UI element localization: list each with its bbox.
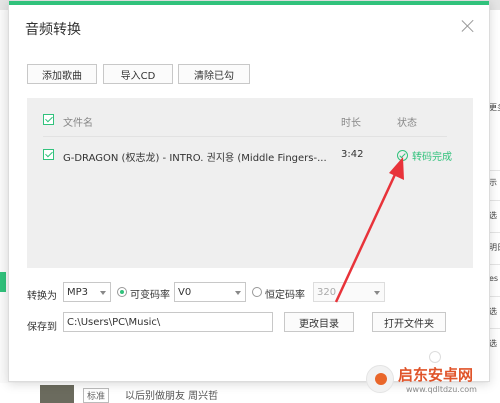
watermark-title: 启东安卓网 bbox=[398, 366, 474, 384]
bg-fragment: 明日 bbox=[489, 243, 500, 252]
dialog-title: 音频转换 bbox=[25, 22, 81, 38]
chevron-down-icon bbox=[235, 291, 241, 295]
save-path-field[interactable]: C:\Users\PC\Music\ bbox=[63, 312, 273, 332]
vbr-label: 可变码率 bbox=[130, 290, 170, 301]
quality-tag: 标准 bbox=[83, 388, 110, 403]
bg-fragment: 选 bbox=[489, 307, 497, 316]
album-thumbnail bbox=[40, 385, 74, 403]
open-folder-button[interactable]: 打开文件夹 bbox=[372, 312, 446, 332]
save-to-label: 保存到 bbox=[27, 322, 57, 333]
change-directory-button[interactable]: 更改目录 bbox=[284, 312, 354, 332]
bg-fragment: 更多 bbox=[489, 103, 500, 112]
resize-grip-icon[interactable] bbox=[429, 351, 441, 363]
dialog-accent-bar bbox=[9, 1, 489, 5]
bg-fragment: 选 bbox=[489, 339, 497, 348]
row-checkbox[interactable] bbox=[43, 149, 54, 160]
vbr-select[interactable]: V0 bbox=[174, 282, 246, 302]
format-select[interactable]: MP3 bbox=[63, 282, 111, 302]
bg-fragment: es D bbox=[489, 274, 500, 283]
select-all-checkbox[interactable] bbox=[43, 114, 54, 125]
header-divider bbox=[43, 136, 447, 137]
row-duration: 3:42 bbox=[341, 149, 364, 160]
cbr-radio[interactable] bbox=[252, 287, 262, 297]
bg-fragment: 选 bbox=[489, 211, 497, 220]
close-icon[interactable] bbox=[461, 19, 475, 33]
cbr-label: 恒定码率 bbox=[265, 290, 305, 301]
column-header-status: 状态 bbox=[397, 118, 417, 129]
bg-fragment: 示 bbox=[489, 178, 497, 187]
check-circle-icon bbox=[397, 150, 408, 161]
cbr-value: 320 bbox=[317, 286, 337, 298]
audio-convert-dialog: 音频转换 添加歌曲 导入CD 清除已勾 文件名 时长 状态 G-DRAGON (… bbox=[8, 0, 490, 382]
watermark-url: www.qdltdzu.com bbox=[406, 385, 477, 394]
song-text: 以后别做朋友 周兴哲 bbox=[125, 391, 219, 402]
format-value: MP3 bbox=[67, 286, 89, 298]
column-header-duration: 时长 bbox=[341, 118, 361, 129]
import-cd-button[interactable]: 导入CD bbox=[103, 64, 173, 84]
chevron-down-icon bbox=[100, 291, 106, 295]
convert-to-label: 转换为 bbox=[27, 291, 57, 302]
watermark-logo-icon bbox=[366, 365, 394, 393]
chevron-down-icon bbox=[374, 291, 380, 295]
song-list: 文件名 时长 状态 G-DRAGON (权志龙) - INTRO. 권지용 (M… bbox=[27, 98, 473, 268]
row-filename: G-DRAGON (权志龙) - INTRO. 권지용 (Middle Fing… bbox=[63, 153, 327, 164]
watermark: 启东安卓网 www.qdltdzu.com bbox=[366, 363, 496, 399]
add-song-button[interactable]: 添加歌曲 bbox=[27, 64, 97, 84]
clear-checked-button[interactable]: 清除已勾 bbox=[178, 64, 250, 84]
column-header-filename: 文件名 bbox=[63, 118, 93, 129]
vbr-radio[interactable] bbox=[117, 287, 127, 297]
status-text: 转码完成 bbox=[412, 152, 452, 163]
vbr-value: V0 bbox=[178, 286, 192, 298]
background-active-marker bbox=[0, 272, 6, 292]
cbr-select[interactable]: 320 bbox=[313, 282, 385, 302]
row-status: 转码完成 bbox=[397, 148, 452, 163]
